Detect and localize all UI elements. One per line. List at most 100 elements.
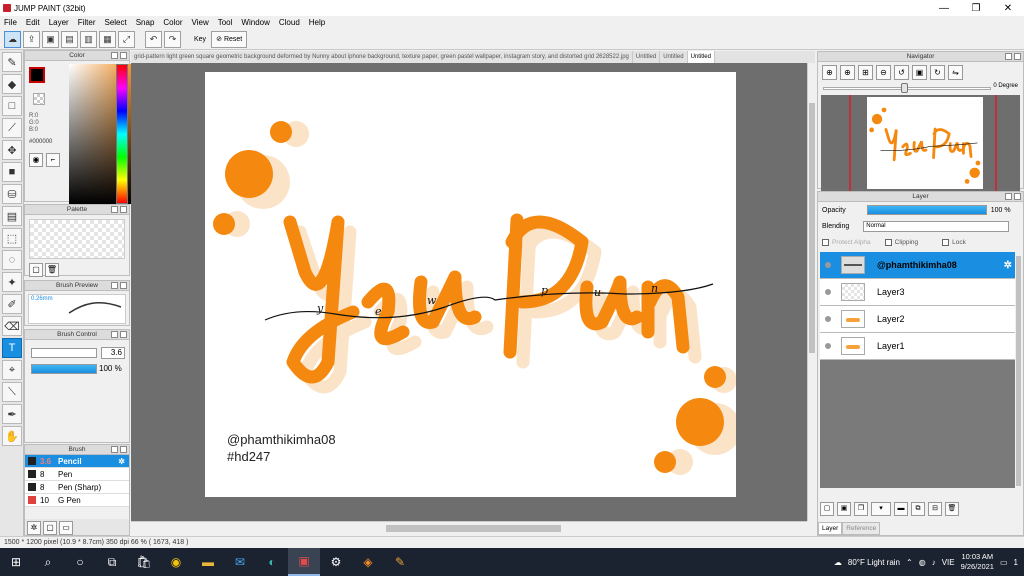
text-tool-icon[interactable]: T: [2, 338, 22, 358]
line-tool-icon[interactable]: ⟋: [2, 118, 22, 138]
cortana-icon[interactable]: ○: [64, 548, 96, 576]
navigator-preview[interactable]: [821, 95, 1020, 191]
close-panel-icon[interactable]: [1014, 193, 1021, 200]
layer-scrollbar[interactable]: [1015, 252, 1022, 488]
rectangle-tool-icon[interactable]: □: [2, 96, 22, 116]
redo-icon[interactable]: ↷: [164, 30, 181, 48]
canvas-vertical-scrollbar[interactable]: [807, 63, 815, 521]
tab-layer[interactable]: Layer: [818, 522, 843, 535]
folder-icon[interactable]: ▭: [59, 521, 73, 535]
layer-item[interactable]: @phamthikimha08 ✲: [820, 252, 1016, 279]
new-brush-icon[interactable]: ▢: [43, 521, 57, 535]
eyedropper-icon[interactable]: ⌐: [46, 153, 60, 167]
chrome-icon[interactable]: ◉: [160, 548, 192, 576]
tab-untitled-2[interactable]: Untitled: [660, 51, 688, 63]
close-button[interactable]: ✕: [992, 0, 1024, 16]
float-icon[interactable]: [111, 52, 118, 59]
brush-item-pen[interactable]: 8 Pen: [25, 468, 129, 481]
mail-icon[interactable]: ✉: [224, 548, 256, 576]
canvas-horizontal-scrollbar[interactable]: [131, 521, 807, 535]
background-color-swatch[interactable]: [33, 93, 45, 105]
merge-icon[interactable]: ⊟: [928, 502, 942, 516]
clipping-checkbox[interactable]: [884, 238, 892, 246]
pen-tool-icon[interactable]: ✎: [2, 52, 22, 72]
menu-snap[interactable]: Snap: [132, 18, 160, 27]
copy-layer-icon[interactable]: ❐: [854, 502, 868, 516]
layer-item[interactable]: Layer3: [820, 279, 1016, 306]
brush-item-pencil[interactable]: 3.6 Pencil ✲: [25, 455, 129, 468]
knife-tool-icon[interactable]: ⟍: [2, 382, 22, 402]
close-panel-icon[interactable]: [120, 331, 127, 338]
new-layer-icon[interactable]: ▢: [820, 502, 834, 516]
tab-grid-image[interactable]: grid-pattern light green square geometri…: [131, 51, 633, 63]
language-indicator[interactable]: VIE: [942, 558, 955, 567]
menu-view[interactable]: View: [188, 18, 214, 27]
float-icon[interactable]: [111, 446, 118, 453]
operation-tool-icon[interactable]: ⌖: [2, 360, 22, 380]
menu-window[interactable]: Window: [237, 18, 274, 27]
edge-icon[interactable]: ◐: [256, 548, 288, 576]
menu-select[interactable]: Select: [100, 18, 131, 27]
menu-color[interactable]: Color: [159, 18, 187, 27]
lasso-tool-icon[interactable]: ◌: [2, 250, 22, 270]
search-icon[interactable]: ⌕: [32, 548, 64, 576]
float-icon[interactable]: [111, 206, 118, 213]
weather-text[interactable]: 80°F Light rain: [848, 558, 900, 567]
expand-icon[interactable]: ⤢: [118, 30, 135, 48]
brush-item-g-pen[interactable]: 10 G Pen: [25, 494, 129, 507]
store-icon[interactable]: 🛍: [128, 548, 160, 576]
brush-size-value[interactable]: 3.6: [101, 347, 125, 359]
close-panel-icon[interactable]: [120, 206, 127, 213]
reset-view-icon[interactable]: ▣: [912, 65, 927, 80]
layer-scroll-thumb[interactable]: [1016, 256, 1021, 486]
menu-tool[interactable]: Tool: [214, 18, 238, 27]
hue-slider[interactable]: [116, 64, 128, 204]
brush-opacity-slider[interactable]: [31, 364, 97, 374]
grid-icon[interactable]: ▦: [99, 30, 116, 48]
reset-button[interactable]: ⊘ Reset: [211, 30, 248, 48]
brush-size-slider[interactable]: [31, 348, 97, 358]
drawing-canvas[interactable]: y e w p u n @phamthikimha08 #hd247: [205, 72, 741, 497]
task-view-icon[interactable]: ⧉: [96, 548, 128, 576]
rotation-slider[interactable]: 0 Degree: [821, 83, 1020, 93]
visibility-icon[interactable]: [825, 289, 831, 295]
visibility-icon[interactable]: [825, 343, 831, 349]
minimize-button[interactable]: —: [928, 0, 960, 16]
menu-help[interactable]: Help: [305, 18, 330, 27]
palette-icon[interactable]: ◉: [29, 153, 43, 167]
zoom-in-alt-icon[interactable]: ⊕: [840, 65, 855, 80]
jump-paint-taskbar-icon[interactable]: ▣: [288, 548, 320, 576]
layer-opacity-slider[interactable]: [866, 205, 987, 215]
export-icon[interactable]: ⇪: [23, 30, 40, 48]
gradient-tool-icon[interactable]: ▤: [2, 206, 22, 226]
folder-icon[interactable]: ▬: [894, 502, 908, 516]
close-panel-icon[interactable]: [120, 446, 127, 453]
undo-icon[interactable]: ↶: [145, 30, 162, 48]
float-icon[interactable]: [1005, 53, 1012, 60]
windows-start-icon[interactable]: ⊞: [0, 548, 32, 576]
page-icon[interactable]: ▤: [61, 30, 78, 48]
layer-item[interactable]: Layer2: [820, 306, 1016, 333]
foreground-color-swatch[interactable]: [29, 67, 45, 83]
layer-menu-icon[interactable]: ▾: [871, 502, 891, 516]
select-rect-tool-icon[interactable]: ⬚: [2, 228, 22, 248]
menu-edit[interactable]: Edit: [22, 18, 45, 27]
tab-untitled-3[interactable]: Untitled: [687, 51, 715, 63]
rotate-left-icon[interactable]: ↺: [894, 65, 909, 80]
network-icon[interactable]: ◍: [919, 558, 926, 567]
horizontal-scroll-thumb[interactable]: [386, 525, 561, 532]
rotate-right-icon[interactable]: ↻: [930, 65, 945, 80]
menu-file[interactable]: File: [0, 18, 22, 27]
menu-filter[interactable]: Filter: [74, 18, 101, 27]
visibility-icon[interactable]: [825, 316, 831, 322]
menu-layer[interactable]: Layer: [45, 18, 74, 27]
volume-icon[interactable]: ♪: [932, 558, 936, 567]
flip-icon[interactable]: ⇋: [948, 65, 963, 80]
document-icon[interactable]: ▥: [80, 30, 97, 48]
close-panel-icon[interactable]: [120, 52, 127, 59]
hand-tool-icon[interactable]: ✋: [2, 426, 22, 446]
magic-wand-tool-icon[interactable]: ✦: [2, 272, 22, 292]
tab-untitled-1[interactable]: Untitled: [633, 51, 661, 63]
move-tool-icon[interactable]: ✥: [2, 140, 22, 160]
stamp-icon[interactable]: ▣: [42, 30, 59, 48]
